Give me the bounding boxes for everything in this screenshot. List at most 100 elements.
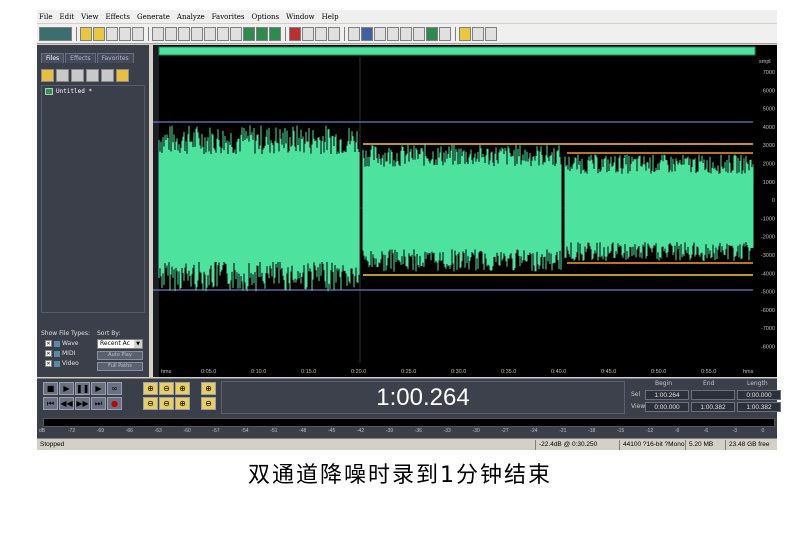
sel-begin-field[interactable]: 1:00.264 [645, 390, 689, 400]
zoom-selection-icon[interactable]: ⊕ [175, 397, 190, 410]
record-button[interactable]: ● [107, 397, 122, 410]
midi-icon [54, 350, 60, 357]
mix-paste-icon[interactable] [230, 26, 242, 41]
menu-window[interactable]: Window [286, 13, 315, 21]
checkbox[interactable]: ✕ [45, 340, 52, 347]
view-begin-field[interactable]: 0:00.000 [645, 402, 689, 412]
menu-edit[interactable]: Edit [59, 13, 74, 21]
menu-favorites[interactable]: Favorites [212, 13, 245, 21]
zero-cross-icon[interactable] [256, 26, 268, 41]
menu-effects[interactable]: Effects [105, 13, 130, 21]
play-icon[interactable] [387, 26, 399, 41]
pause-button[interactable]: ❚❚ [75, 382, 90, 395]
spectral-display-icon[interactable] [361, 26, 373, 41]
play-button[interactable]: ▶ [59, 382, 74, 395]
new-file-icon[interactable] [80, 26, 92, 41]
menu-analyze[interactable]: Analyze [177, 13, 205, 21]
copy-icon[interactable] [191, 26, 203, 41]
cut-icon[interactable] [204, 26, 216, 41]
menu-options[interactable]: Options [252, 13, 280, 21]
meter-tick-label: -48 [299, 428, 307, 434]
fast-forward-button[interactable]: ▶▶ [75, 397, 90, 410]
menu-help[interactable]: Help [322, 13, 339, 21]
go-to-end-button[interactable]: ⏭ [91, 397, 106, 410]
play-to-end-button[interactable]: ▶ [91, 382, 106, 395]
open-folder-icon[interactable] [41, 68, 54, 82]
go-to-start-button[interactable]: ⏮ [43, 397, 58, 410]
snap-icon[interactable] [269, 26, 281, 41]
filter-midi[interactable]: ✕ MIDI [45, 350, 75, 357]
full-paths-button[interactable]: Full Paths [97, 362, 143, 371]
zoom-right-icon[interactable]: ⊖ [159, 397, 174, 410]
waveform-view-icon[interactable] [348, 26, 360, 41]
help-icon[interactable] [485, 26, 497, 41]
waveform-display[interactable]: smpl 7000 6000 5000 4000 3000 2000 1000 0 -1000 -2… [153, 45, 777, 377]
sel-end-field[interactable] [691, 390, 735, 400]
filter-video[interactable]: ✕ Video [45, 360, 79, 367]
save-file-icon[interactable] [106, 26, 118, 41]
close-file-icon[interactable] [132, 26, 144, 41]
grid-icon[interactable] [315, 26, 327, 41]
waveform-canvas[interactable]: smpl 7000 6000 5000 4000 3000 2000 1000 0 -1000 -2… [153, 45, 777, 377]
ruler-tick-label: 4000 [763, 125, 775, 131]
view-end-field[interactable]: 1:00.382 [691, 402, 735, 412]
zoom-out-icon[interactable]: ⊖ [159, 382, 174, 395]
spectral-view-icon[interactable] [289, 26, 301, 41]
zoom-vertical-in-icon[interactable]: ⊕ [201, 382, 216, 395]
repeat-icon[interactable] [178, 26, 190, 41]
trim-icon[interactable] [243, 26, 255, 41]
scroll-icon[interactable] [374, 26, 386, 41]
menu-generate[interactable]: Generate [137, 13, 170, 21]
auto-play-button[interactable]: Auto Play [97, 351, 143, 360]
settings-icon[interactable] [439, 26, 451, 41]
cue-list-icon[interactable] [400, 26, 412, 41]
tools-icon[interactable] [472, 26, 484, 41]
meter-tick-label: -6 [703, 428, 709, 434]
zoom-left-icon[interactable]: ⊖ [143, 397, 158, 410]
ruler-tick-label: 0 [772, 198, 775, 204]
help-icon[interactable] [116, 68, 129, 82]
redo-icon[interactable] [165, 26, 177, 41]
zoom-vertical-out-icon[interactable]: ⊖ [201, 397, 216, 410]
filter-wave[interactable]: ✕ Wave [45, 340, 78, 347]
list-item[interactable]: Untitled * [42, 86, 144, 97]
stop-button[interactable]: ■ [43, 382, 58, 395]
save-as-icon[interactable] [119, 26, 131, 41]
meter-tick-label: -66 [125, 428, 133, 434]
markers-icon[interactable] [328, 26, 340, 41]
meter-tick-label: -33 [443, 428, 451, 434]
paste-icon[interactable] [217, 26, 229, 41]
checkbox[interactable]: ✕ [45, 360, 52, 367]
mode-toggle-button[interactable] [39, 26, 72, 41]
loop-button[interactable]: ∞ [107, 382, 122, 395]
transport-panel: ■ ▶ ❚❚ ▶ ∞ ⏮ ◀◀ ▶▶ ⏭ ● ⊕ ⊖ ⊕ ⊕ ⊖ ⊖ ⊕ ⊖ 1… [37, 378, 781, 416]
sort-select[interactable]: Recent Ac ▼ [97, 339, 143, 349]
sort-value: Recent Ac [100, 340, 130, 347]
menu-file[interactable]: File [39, 13, 52, 21]
tab-favorites[interactable]: Favorites [96, 53, 134, 63]
overview-strip[interactable] [158, 46, 756, 56]
timeline-tick-label: 0:05.0 [201, 369, 216, 375]
view-length-field[interactable]: 1:00.382 [737, 402, 781, 412]
open-file-icon[interactable] [93, 26, 105, 41]
menu-view[interactable]: View [81, 13, 98, 21]
view-label: View [631, 403, 646, 410]
info-icon[interactable] [413, 26, 425, 41]
cd-icon[interactable] [459, 26, 471, 41]
play-file-icon[interactable] [101, 68, 114, 82]
tab-files[interactable]: Files [41, 53, 65, 63]
tab-effects[interactable]: Effects [65, 53, 96, 63]
edit-icon[interactable] [86, 68, 99, 82]
waveform-paths [158, 125, 754, 292]
sel-length-field[interactable]: 0:00.000 [737, 390, 781, 400]
zoom-full-icon[interactable]: ⊕ [175, 382, 190, 395]
undo-icon[interactable] [152, 26, 164, 41]
rewind-button[interactable]: ◀◀ [59, 397, 74, 410]
waveform-core [363, 168, 561, 248]
frequency-analysis-icon[interactable] [426, 26, 438, 41]
checkbox[interactable]: ✕ [45, 350, 52, 357]
close-file-button-icon[interactable] [56, 68, 69, 82]
zoom-in-icon[interactable]: ⊕ [143, 382, 158, 395]
envelope-icon[interactable] [302, 26, 314, 41]
import-icon[interactable] [71, 68, 84, 82]
